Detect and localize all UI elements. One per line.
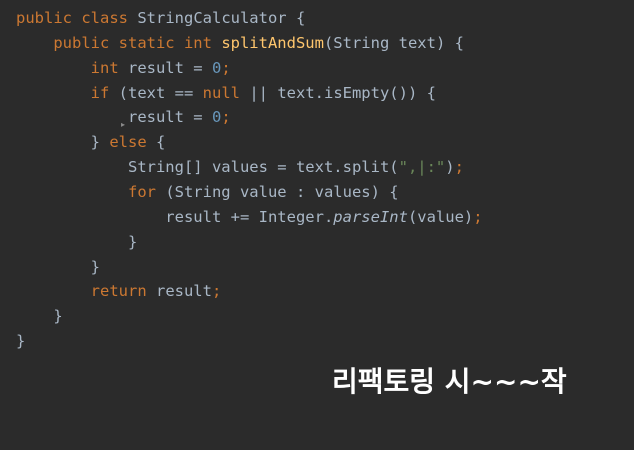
- code-line: result += Integer.parseInt(value);: [16, 207, 483, 227]
- code-token: String[] values = text.split(: [16, 158, 399, 177]
- code-token: }: [16, 257, 100, 276]
- code-token: (value): [407, 207, 474, 226]
- code-line: public static int splitAndSum(String tex…: [16, 33, 464, 53]
- code-token: null: [202, 83, 250, 102]
- code-token: ;: [473, 207, 483, 226]
- code-line: int result = 0;: [16, 58, 231, 78]
- code-token: result: [155, 282, 212, 301]
- code-line: }: [16, 232, 137, 252]
- code-line: }: [16, 306, 63, 326]
- code-token: 0: [211, 108, 222, 127]
- code-token: 0: [211, 58, 222, 77]
- code-token: return: [16, 282, 156, 301]
- code-token: public class: [16, 9, 138, 27]
- code-token: int: [16, 58, 128, 77]
- code-token: ;: [211, 282, 222, 301]
- code-token: (text ==: [118, 83, 203, 102]
- code-line: } else {: [16, 132, 166, 152]
- code-token: }: [16, 332, 26, 351]
- mouse-cursor-icon: ▸: [121, 120, 126, 129]
- code-token: result += Integer.: [16, 207, 334, 226]
- code-token: ;: [221, 108, 231, 127]
- code-token: (String value : values) {: [165, 182, 399, 201]
- code-token: }: [16, 307, 63, 326]
- code-token: (String text) {: [323, 33, 464, 52]
- code-token: StringCalculator {: [137, 9, 306, 27]
- code-line: return result;: [16, 281, 222, 301]
- code-token: parseInt: [333, 207, 408, 226]
- code-line: public class StringCalculator {: [16, 8, 305, 28]
- code-token: for: [16, 182, 166, 201]
- code-line: if (text == null || text.isEmpty()) {: [16, 83, 436, 103]
- code-token: if: [16, 83, 119, 102]
- code-token: else: [109, 133, 156, 152]
- code-token: result =: [127, 58, 212, 77]
- code-token: ): [445, 158, 455, 177]
- code-token: ",|:": [398, 158, 446, 177]
- code-token: splitAndSum: [221, 33, 324, 52]
- code-token: public static int: [16, 33, 222, 52]
- video-subtitle: 리팩토링 시~~~작: [332, 365, 567, 398]
- code-token: || text.isEmpty()) {: [249, 83, 436, 102]
- code-line: for (String value : values) {: [16, 182, 399, 202]
- code-line: String[] values = text.split(",|:");: [16, 157, 464, 177]
- code-token: result =: [16, 108, 212, 127]
- code-token: }: [16, 232, 138, 251]
- code-token: ;: [221, 58, 231, 77]
- code-token: }: [16, 133, 110, 152]
- code-token: ;: [454, 158, 464, 177]
- code-token: {: [156, 133, 166, 152]
- code-line: }: [16, 257, 100, 277]
- code-line: }: [16, 331, 25, 351]
